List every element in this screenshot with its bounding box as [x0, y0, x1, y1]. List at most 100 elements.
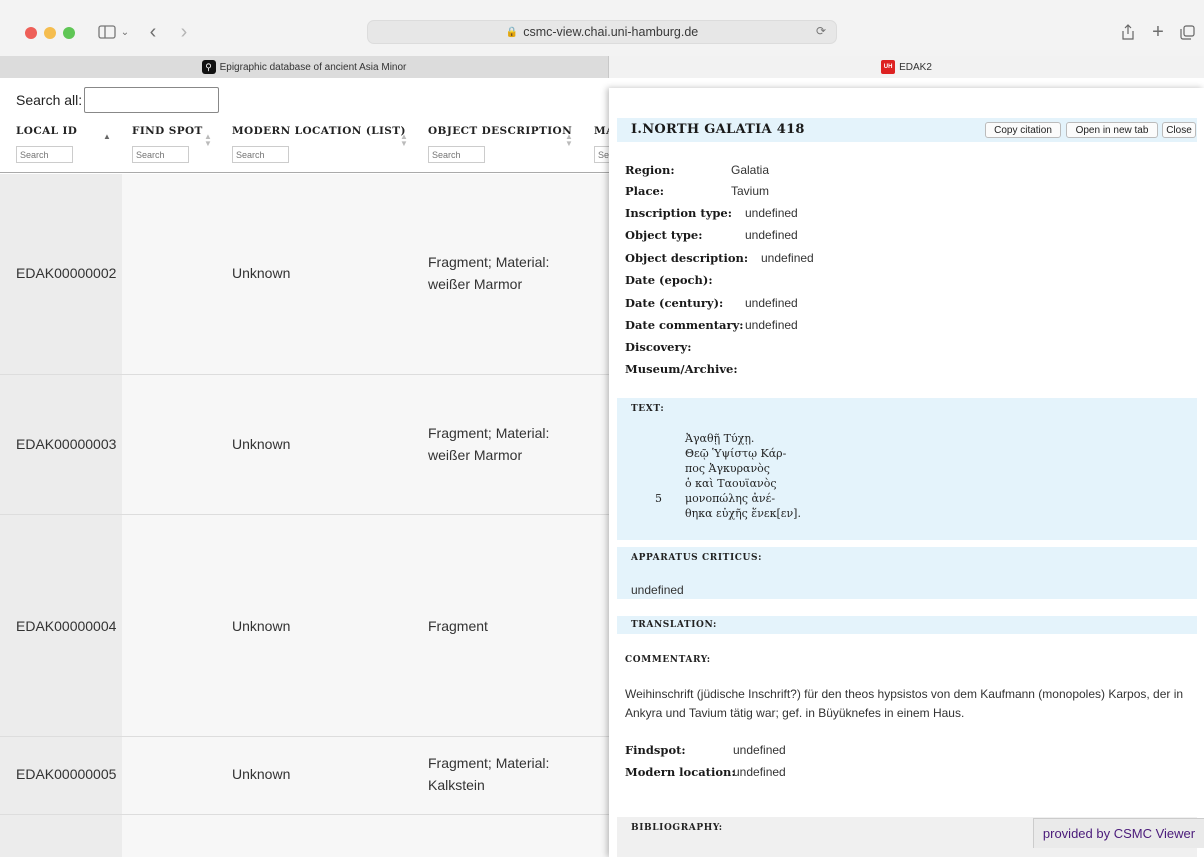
uhh-logo-icon: UH [881, 60, 896, 74]
text-section: TEXT: Ἀγαθῇ Τύχῃ. Θεῷ Ὑψίστῳ Κάρ- πος Ἀγ… [617, 398, 1197, 540]
sort-icon[interactable]: ▲ ▼ [204, 133, 212, 148]
tab-label: Epigraphic database of ancient Asia Mino… [219, 61, 407, 73]
field-label: Date commentary: [625, 318, 744, 332]
minimize-window-button[interactable] [44, 27, 56, 39]
section-header: TRANSLATION: [631, 620, 717, 630]
modern-location-search-input[interactable] [232, 146, 289, 163]
field-findspot: Findspot: undefined [625, 743, 786, 757]
tab-bar: ⚲ Epigraphic database of ancient Asia Mi… [0, 56, 1204, 78]
inscription-line: μονοπώλης ἀνέ- [685, 492, 776, 505]
inscription-line: πος Ἀγκυρανὸς [685, 462, 770, 475]
search-all-input[interactable] [84, 87, 220, 113]
object-description-cell: weißer Marmor [428, 447, 523, 463]
tab-epigraphic-database[interactable]: ⚲ Epigraphic database of ancient Asia Mi… [0, 56, 609, 78]
field-value: undefined [761, 251, 814, 265]
local-id-cell: EDAK00000005 [16, 766, 117, 782]
copy-citation-button[interactable]: Copy citation [985, 122, 1061, 138]
inscription-detail-panel: I.NORTH GALATIA 418 Copy citation Open i… [609, 88, 1204, 857]
sort-icon[interactable]: ▲ ▼ [400, 133, 408, 148]
field-value: Tavium [731, 184, 770, 198]
field-label: Inscription type: [625, 206, 732, 220]
field-label: Findspot: [625, 743, 686, 757]
tab-edak2[interactable]: UH EDAK2 [609, 56, 1204, 78]
open-in-new-tab-button[interactable]: Open in new tab [1066, 122, 1158, 138]
inscription-line: Θεῷ Ὑψίστῳ Κάρ- [685, 447, 787, 460]
field-date-epoch: Date (epoch): [625, 273, 713, 287]
field-value: undefined [745, 318, 798, 332]
table-header: LOCAL ID ▲ FIND SPOT ▲▼ MODERN LOCATION … [0, 123, 620, 173]
table-row[interactable]: EDAK00000004 Unknown Fragment [0, 515, 620, 737]
inscription-line: ὁ καὶ Ταουϊανὸς [685, 477, 777, 490]
sort-asc-icon[interactable]: ▲ [103, 133, 111, 141]
inscription-title: I.NORTH GALATIA 418 [631, 122, 805, 137]
column-header-find-spot[interactable]: FIND SPOT [132, 125, 203, 163]
lock-icon: 🔒 [505, 26, 519, 38]
close-window-button[interactable] [25, 27, 37, 39]
commentary-text: Weihinschrift (jüdische Inschrift?) für … [625, 687, 1184, 720]
share-icon[interactable] [1118, 18, 1138, 46]
search-all-label: Search all: [16, 92, 83, 108]
column-label: MODERN LOCATION (LIST) [232, 125, 406, 137]
field-value: undefined [733, 765, 786, 779]
browser-toolbar: ⌄ ‹ › 🔒 csmc-view.chai.uni-hamburg.de ⟳ … [0, 0, 1204, 56]
object-description-search-input[interactable] [428, 146, 485, 163]
object-description-cell: Fragment; Material: [428, 425, 550, 441]
field-value: undefined [745, 228, 798, 242]
field-value: Galatia [731, 163, 770, 177]
column-header-object-description[interactable]: OBJECT DESCRIPTION [428, 125, 573, 163]
field-place: Place: Tavium [625, 184, 769, 198]
tab-label: EDAK2 [899, 61, 932, 73]
local-id-cell: EDAK00000002 [16, 265, 117, 281]
reload-icon[interactable]: ⟳ [816, 24, 826, 38]
find-spot-search-input[interactable] [132, 146, 189, 163]
forward-icon[interactable]: › [174, 18, 194, 46]
section-header: APPARATUS CRITICUS: [631, 553, 762, 563]
field-label: Place: [625, 184, 665, 198]
table-row[interactable] [0, 815, 620, 857]
new-tab-icon[interactable]: + [1148, 18, 1168, 46]
local-id-search-input[interactable] [16, 146, 73, 163]
field-region: Region: Galatia [625, 163, 769, 177]
search-logo-icon: ⚲ [201, 60, 216, 74]
inscription-line: Ἀγαθῇ Τύχῃ. [685, 432, 755, 445]
object-description-cell: weißer Marmor [428, 276, 523, 292]
column-header-modern-location[interactable]: MODERN LOCATION (LIST) [232, 125, 406, 163]
back-icon[interactable]: ‹ [143, 18, 163, 46]
field-object-type: Object type: undefined [625, 228, 798, 242]
object-description-cell: Kalkstein [428, 777, 485, 793]
sort-icon[interactable]: ▲ ▼ [565, 133, 573, 148]
object-description-cell: Fragment; Material: [428, 755, 550, 771]
column-label: OBJECT DESCRIPTION [428, 125, 573, 137]
address-bar[interactable]: 🔒 csmc-view.chai.uni-hamburg.de ⟳ [367, 20, 837, 44]
table-row[interactable]: EDAK00000003 Unknown Fragment; Material:… [0, 375, 620, 515]
column-header-local-id[interactable]: LOCAL ID [16, 125, 78, 163]
url-text: csmc-view.chai.uni-hamburg.de [523, 25, 699, 39]
column-label: LOCAL ID [16, 125, 78, 137]
provided-by-badge[interactable]: provided by CSMC Viewer [1033, 818, 1204, 848]
tab-overview-icon[interactable] [1177, 18, 1197, 46]
detail-title-bar: I.NORTH GALATIA 418 Copy citation Open i… [617, 118, 1197, 142]
table-row[interactable]: EDAK00000002 Unknown Fragment; Material:… [0, 174, 620, 375]
local-id-cell: EDAK00000003 [16, 436, 117, 452]
field-label: Object type: [625, 228, 703, 242]
search-all-group: Search all: [16, 87, 220, 113]
inscription-line: θηκα εὐχῆς ἕνεκ[εν]. [685, 507, 801, 520]
apparatus-section: APPARATUS CRITICUS: undefined [617, 547, 1197, 599]
field-modern-location: Modern location: undefined [625, 765, 786, 779]
chevron-down-icon[interactable]: ⌄ [118, 18, 132, 46]
field-value: undefined [745, 206, 798, 220]
field-object-description: Object description: undefined [625, 251, 814, 265]
modern-location-cell: Unknown [232, 766, 291, 782]
field-inscription-type: Inscription type: undefined [625, 206, 798, 220]
table-row[interactable]: EDAK00000005 Unknown Fragment; Material:… [0, 737, 620, 815]
field-discovery: Discovery: [625, 340, 691, 354]
field-label: Date (epoch): [625, 273, 713, 287]
object-description-cell: Fragment; Material: [428, 254, 550, 270]
zoom-window-button[interactable] [63, 27, 75, 39]
field-label: Date (century): [625, 296, 724, 310]
object-description-cell: Fragment [428, 618, 488, 634]
section-header: TEXT: [631, 404, 665, 414]
field-label: Discovery: [625, 340, 692, 354]
close-button[interactable]: Close [1162, 122, 1196, 138]
field-label: Object description: [625, 251, 749, 265]
